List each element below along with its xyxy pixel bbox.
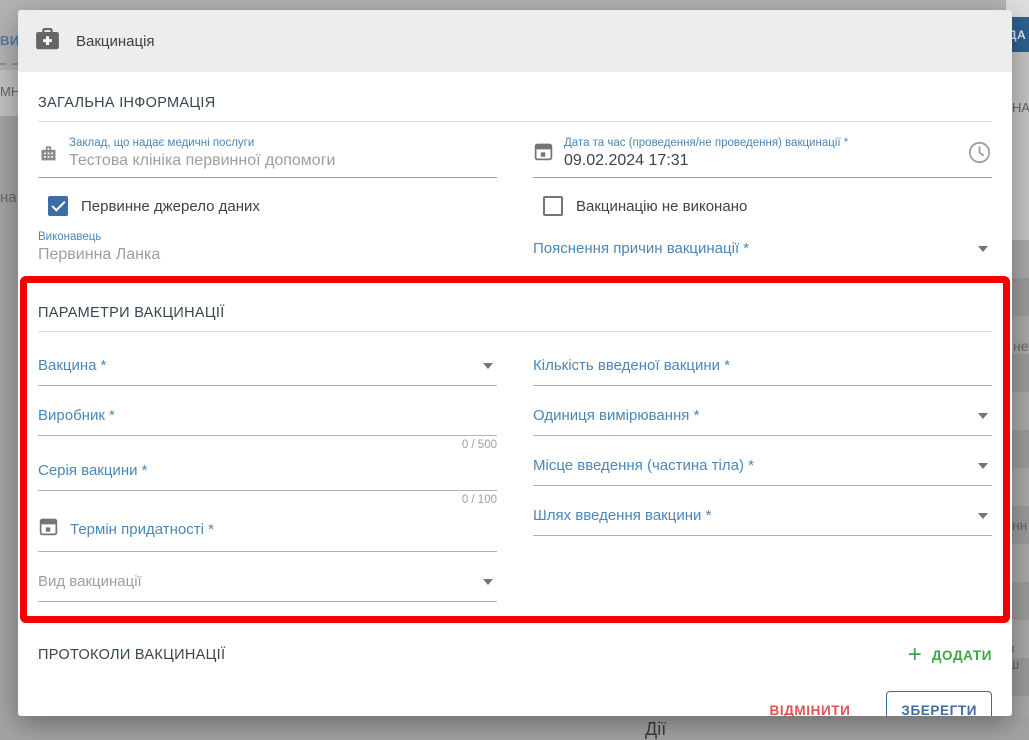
chevron-down-icon <box>978 513 988 519</box>
body-site-select[interactable]: Місце введення (частина тіла) * <box>533 456 992 486</box>
vaccine-label: Вакцина * <box>38 357 107 374</box>
performer-label: Виконавець <box>38 230 497 244</box>
chevron-down-icon <box>978 463 988 469</box>
background-text-fragment: нн <box>1012 517 1027 533</box>
performer-field: Виконавець Первинна Ланка <box>38 230 497 268</box>
save-button[interactable]: ЗБЕРЕГТИ <box>886 691 992 716</box>
calendar-icon[interactable] <box>533 141 554 167</box>
add-protocol-label: ДОДАТИ <box>932 648 992 663</box>
first-aid-kit-icon <box>34 26 61 57</box>
series-input[interactable]: Серія вакцини * <box>38 461 497 491</box>
datetime-field[interactable]: Дата та час (проведення/не проведення) в… <box>533 136 992 178</box>
manufacturer-char-counter: 0 / 500 <box>38 439 497 451</box>
chevron-down-icon <box>483 363 493 369</box>
section-divider <box>38 121 992 122</box>
route-select[interactable]: Шлях введення вакцини * <box>533 506 992 536</box>
background-text-fragment: на <box>0 189 17 206</box>
parameters-right-column: Кількість введеної вакцини * Одиниця вим… <box>533 332 992 602</box>
expiration-label: Термін придатності * <box>70 520 214 539</box>
body-site-label: Місце введення (частина тіла) * <box>533 457 754 474</box>
vaccination-kind-label: Вид вакцинації <box>38 573 142 590</box>
dialog-body: ЗАГАЛЬНА ІНФОРМАЦІЯ Заклад, що надає мед… <box>18 95 1012 716</box>
general-section-title: ЗАГАЛЬНА ІНФОРМАЦІЯ <box>38 95 992 111</box>
hospital-building-icon <box>38 142 59 168</box>
vaccine-select[interactable]: Вакцина * <box>38 356 497 386</box>
not-performed-label: Вакцинацію не виконано <box>576 198 747 215</box>
datetime-value[interactable]: 09.02.2024 17:31 <box>564 151 967 171</box>
series-label: Серія вакцини * <box>38 462 147 479</box>
background-tab-fragment: ВИ <box>0 33 20 48</box>
background-text-fragment: НА <box>1012 100 1029 115</box>
not-performed-checkbox[interactable] <box>543 196 563 216</box>
primary-source-label: Первинне джерело даних <box>81 198 260 215</box>
parameters-section-title: ПАРАМЕТРИ ВАКЦИНАЦІЇ <box>38 305 992 321</box>
amount-input[interactable]: Кількість введеної вакцини * <box>533 356 992 386</box>
annotation-highlight-box: ПАРАМЕТРИ ВАКЦИНАЦІЇ Вакцина * Виробник … <box>20 276 1010 623</box>
plus-icon: + <box>908 645 922 665</box>
performer-value: Первинна Ланка <box>38 245 497 265</box>
amount-label: Кількість введеної вакцини * <box>533 357 730 374</box>
expiration-date-field[interactable]: Термін придатності * <box>38 516 497 552</box>
add-protocol-button[interactable]: + ДОДАТИ <box>908 645 992 665</box>
vaccination-kind-select[interactable]: Вид вакцинації <box>38 572 497 602</box>
clock-icon[interactable] <box>967 140 992 170</box>
not-performed-checkbox-row[interactable]: Вакцинацію не виконано <box>543 196 992 216</box>
calendar-icon[interactable] <box>38 516 59 542</box>
primary-source-checkbox[interactable] <box>48 196 68 216</box>
chevron-down-icon <box>978 246 988 252</box>
vaccination-dialog: Вакцинація ЗАГАЛЬНА ІНФОРМАЦІЯ Заклад, щ… <box>18 10 1012 716</box>
background-dashed-divider <box>0 63 18 65</box>
background-text-fragment: не <box>1013 338 1029 354</box>
protocols-section-title: ПРОТОКОЛИ ВАКЦИНАЦІЇ <box>38 647 225 663</box>
chevron-down-icon <box>483 579 493 585</box>
explanation-label: Пояснення причин вакцинації * <box>533 240 749 257</box>
facility-label: Заклад, що надає медичні послуги <box>69 136 497 150</box>
cancel-button[interactable]: ВІДМІНИТИ <box>770 703 851 716</box>
unit-label: Одиниця вимірювання * <box>533 407 699 424</box>
chevron-down-icon <box>978 413 988 419</box>
dialog-title: Вакцинація <box>76 33 155 50</box>
series-char-counter: 0 / 100 <box>38 494 497 506</box>
route-label: Шлях введення вакцини * <box>533 507 711 524</box>
dialog-header: Вакцинація <box>18 10 1012 72</box>
manufacturer-input[interactable]: Виробник * <box>38 406 497 436</box>
unit-select[interactable]: Одиниця вимірювання * <box>533 406 992 436</box>
manufacturer-label: Виробник * <box>38 407 115 424</box>
primary-source-checkbox-row[interactable]: Первинне джерело даних <box>48 196 497 216</box>
explanation-select[interactable]: Пояснення причин вакцинації * <box>533 239 992 268</box>
datetime-label: Дата та час (проведення/не проведення) в… <box>564 136 967 150</box>
facility-field[interactable]: Заклад, що надає медичні послуги Тестова… <box>38 136 497 178</box>
parameters-left-column: Вакцина * Виробник * 0 / 500 Серія вакци… <box>38 332 497 602</box>
facility-value: Тестова клініка первинної допомоги <box>69 151 497 171</box>
